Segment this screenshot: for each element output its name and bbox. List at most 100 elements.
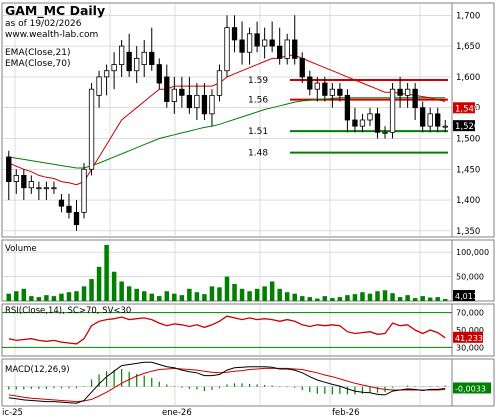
- volume-bar: [330, 298, 335, 301]
- volume-last-label: 4,011: [455, 292, 478, 301]
- volume-bar: [307, 297, 313, 301]
- candle-body: [156, 64, 162, 84]
- candle-body: [28, 181, 34, 189]
- candle-body: [314, 82, 320, 90]
- volume-bar: [217, 287, 222, 301]
- candle-body: [397, 88, 403, 96]
- volume-bar: [420, 296, 425, 301]
- candle-body: [164, 76, 170, 102]
- candle-body: [111, 64, 117, 72]
- candle-body: [186, 94, 193, 109]
- candle-body: [194, 94, 200, 109]
- volume-bar: [187, 288, 192, 301]
- level-label: 1.59: [248, 76, 268, 86]
- volume-bar: [179, 295, 185, 301]
- candle-body: [254, 33, 260, 47]
- volume-bar: [6, 293, 12, 301]
- candle-body: [344, 94, 351, 121]
- candle-body: [382, 131, 388, 134]
- volume-bar: [51, 296, 57, 301]
- volume-bar: [382, 290, 388, 301]
- candle-body: [81, 168, 87, 213]
- level-label: 1.48: [248, 149, 268, 159]
- last-price-label: 1,520: [455, 122, 479, 132]
- volume-bar: [141, 291, 147, 301]
- candle-body: [141, 51, 147, 65]
- candle-body: [389, 88, 396, 133]
- volume-bar: [36, 297, 42, 301]
- ema70-label: EMA(Close,70): [5, 59, 70, 69]
- last-ema-label: 1,549: [455, 104, 479, 114]
- price-tick-label: 1,400: [456, 196, 480, 206]
- candle-body: [224, 27, 230, 72]
- volume-bar: [239, 288, 245, 301]
- volume-bar: [390, 293, 395, 301]
- macd-last-label: -0,0033: [455, 384, 486, 393]
- volume-bar: [435, 297, 440, 301]
- candle-body: [171, 88, 177, 102]
- volume-tick-label: 100,000: [456, 248, 489, 257]
- candle-body: [374, 113, 381, 133]
- volume-bar: [29, 296, 34, 301]
- volume-bar: [224, 276, 230, 301]
- volume-bar: [322, 296, 328, 301]
- volume-bar: [375, 291, 380, 301]
- volume-bar: [119, 281, 124, 301]
- volume-bar: [360, 292, 365, 301]
- volume-bar: [269, 281, 275, 301]
- candle-body: [442, 125, 448, 128]
- chart-subtitle: as of 19/02/2026: [5, 19, 82, 29]
- chart-source: www.wealth-lab.com: [5, 30, 98, 40]
- candle-body: [322, 82, 328, 96]
- volume-bar: [442, 299, 448, 301]
- candle-body: [299, 58, 305, 78]
- x-tick-label: ic-25: [2, 408, 23, 418]
- volume-bar: [164, 291, 170, 301]
- volume-bar: [262, 286, 267, 301]
- candle-body: [13, 175, 19, 182]
- candle-body: [427, 113, 433, 127]
- volume-bar: [134, 288, 139, 301]
- volume-tick-label: 50,000: [456, 273, 484, 282]
- x-tick-label: feb-26: [332, 408, 360, 418]
- price-tick-label: 1,700: [456, 11, 480, 21]
- candle-body: [367, 113, 373, 121]
- price-tick-label: 1,450: [456, 165, 480, 175]
- level-label: 1.51: [248, 127, 268, 137]
- candle-body: [118, 45, 125, 65]
- volume-bar: [427, 297, 433, 301]
- volume-bar: [149, 293, 155, 301]
- volume-bar: [254, 288, 260, 301]
- stock-chart: 1,3501,4001,4501,5001,5501,6001,6501,700…: [1, 2, 495, 418]
- candle-body: [329, 88, 336, 96]
- candle-body: [134, 58, 140, 72]
- candle-body: [269, 39, 275, 47]
- volume-bar: [209, 286, 215, 301]
- price-tick-label: 1,650: [456, 42, 480, 52]
- chart-title: GAM_MC Daily: [5, 3, 105, 19]
- rsi-tick-label: 70,000: [456, 309, 484, 318]
- candle-body: [307, 76, 313, 90]
- candle-body: [21, 175, 27, 189]
- candle-body: [103, 70, 110, 78]
- volume-bar: [14, 291, 19, 301]
- volume-bar: [21, 288, 27, 301]
- price-tick-label: 1,500: [456, 134, 480, 144]
- candle-body: [209, 94, 215, 115]
- volume-bar: [74, 291, 79, 301]
- candle-body: [337, 88, 343, 96]
- volume-bar: [81, 286, 87, 301]
- candle-body: [73, 211, 80, 226]
- volume-bar: [44, 295, 49, 301]
- candle-body: [292, 39, 298, 59]
- volume-bar: [367, 293, 373, 301]
- volume-bar: [232, 283, 237, 301]
- volume-bar: [202, 294, 207, 301]
- candle-body: [246, 33, 253, 53]
- candle-body: [6, 156, 12, 182]
- candle-body: [404, 88, 411, 96]
- volume-bar: [412, 298, 418, 301]
- candle-body: [420, 107, 426, 127]
- candle-body: [231, 27, 238, 41]
- volume-bar: [405, 295, 410, 301]
